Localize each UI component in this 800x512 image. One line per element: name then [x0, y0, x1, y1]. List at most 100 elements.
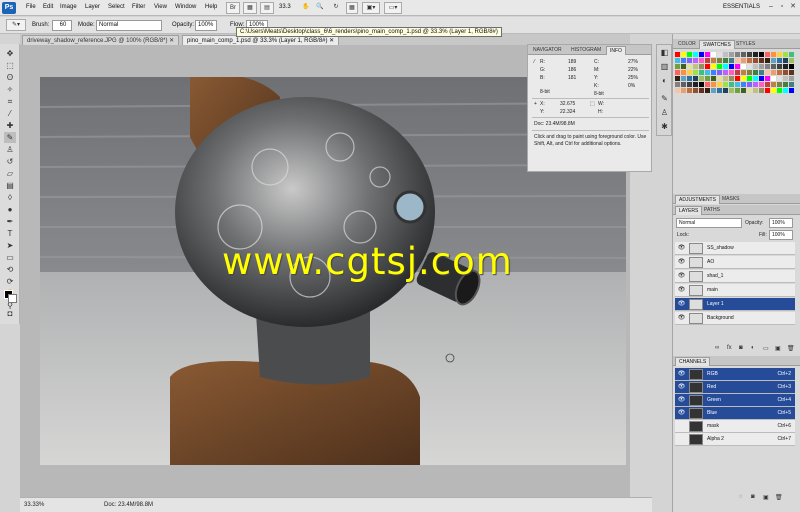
color-swatch[interactable] — [789, 82, 794, 87]
color-swatch[interactable] — [717, 76, 722, 81]
channel-row[interactable]: 👁 Blue Ctrl+5 — [675, 407, 795, 420]
tab-adjustments[interactable]: ADJUSTMENTS — [675, 195, 720, 204]
color-swatch[interactable] — [705, 58, 710, 63]
color-swatch[interactable] — [789, 88, 794, 93]
brush-preset-icon[interactable]: ✎▾ — [6, 19, 26, 31]
color-swatch[interactable] — [705, 76, 710, 81]
color-swatch[interactable] — [777, 70, 782, 75]
3d-rotate-tool-icon[interactable]: ⟲ — [4, 264, 16, 275]
tab-color[interactable]: COLOR — [675, 40, 699, 49]
link-layers-icon[interactable]: ∞ — [715, 345, 719, 351]
menu-view[interactable]: View — [154, 4, 167, 10]
color-swatch[interactable] — [723, 82, 728, 87]
status-zoom[interactable]: 33.33% — [24, 502, 44, 508]
color-swatch[interactable] — [687, 82, 692, 87]
bridge-button[interactable]: Br — [226, 2, 240, 14]
color-swatch[interactable] — [777, 52, 782, 57]
pen-tool-icon[interactable]: ✒ — [4, 216, 16, 227]
path-selection-tool-icon[interactable]: ➤ — [4, 240, 16, 251]
channel-row[interactable]: Alpha 2 Ctrl+7 — [675, 433, 795, 446]
layer-row[interactable]: 👁 AO — [675, 256, 795, 269]
color-swatch[interactable] — [759, 52, 764, 57]
delete-layer-icon[interactable]: 🗑 — [787, 345, 795, 352]
new-channel-icon[interactable]: ▣ — [763, 494, 769, 501]
color-swatch[interactable] — [771, 76, 776, 81]
color-swatch[interactable] — [705, 88, 710, 93]
eye-icon[interactable]: 👁 — [677, 286, 686, 295]
menu-image[interactable]: Image — [60, 4, 77, 10]
color-swatch[interactable] — [777, 76, 782, 81]
color-swatch[interactable] — [723, 70, 728, 75]
eye-icon[interactable]: 👁 — [677, 258, 686, 267]
menu-filter[interactable]: Filter — [132, 4, 145, 10]
load-selection-icon[interactable]: ◌ — [739, 494, 743, 500]
color-swatch[interactable] — [699, 64, 704, 69]
restore-icon[interactable]: ▫ — [777, 2, 787, 12]
color-swatch[interactable] — [729, 58, 734, 63]
color-swatch[interactable] — [681, 88, 686, 93]
color-swatch[interactable] — [711, 82, 716, 87]
menu-layer[interactable]: Layer — [85, 4, 100, 10]
color-swatch[interactable] — [717, 82, 722, 87]
color-swatch[interactable] — [789, 52, 794, 57]
menu-file[interactable]: File — [26, 4, 36, 10]
view-extras-button[interactable]: ▤ — [260, 2, 274, 14]
color-swatch[interactable] — [759, 64, 764, 69]
adjustment-layer-icon[interactable]: ◐ — [751, 345, 755, 351]
clone-source-icon[interactable]: ♙ — [659, 107, 670, 118]
color-swatch[interactable] — [675, 70, 680, 75]
3d-camera-tool-icon[interactable]: ⟳ — [4, 276, 16, 287]
screen-mode-button[interactable]: ▭▾ — [384, 2, 402, 14]
eye-icon[interactable]: 👁 — [677, 314, 686, 323]
color-swatch[interactable] — [759, 82, 764, 87]
color-swatch[interactable] — [759, 70, 764, 75]
color-swatch[interactable] — [729, 76, 734, 81]
background-color-swatch[interactable] — [8, 294, 17, 303]
layer-row[interactable]: 👁 Layer 1 — [675, 298, 795, 311]
color-swatch[interactable] — [693, 82, 698, 87]
color-swatch[interactable] — [741, 52, 746, 57]
color-swatch[interactable] — [711, 52, 716, 57]
color-swatch[interactable] — [747, 52, 752, 57]
color-swatch[interactable] — [717, 64, 722, 69]
eye-icon[interactable] — [677, 422, 686, 431]
zoom-level[interactable]: 33.3 — [279, 4, 291, 10]
menu-window[interactable]: Window — [175, 4, 196, 10]
color-swatch[interactable] — [783, 52, 788, 57]
channel-row[interactable]: 👁 Green Ctrl+4 — [675, 394, 795, 407]
color-swatch[interactable] — [711, 88, 716, 93]
channel-row[interactable]: 👁 Red Ctrl+3 — [675, 381, 795, 394]
color-swatch[interactable] — [777, 58, 782, 63]
adjustments-icon[interactable]: ◐ — [659, 75, 670, 86]
channel-row[interactable]: 👁 RGB Ctrl+2 — [675, 368, 795, 381]
color-swatch[interactable] — [771, 64, 776, 69]
blend-mode-select[interactable]: Normal — [676, 218, 742, 228]
minimize-icon[interactable]: – — [766, 2, 776, 12]
layer-row[interactable]: 👁 main — [675, 284, 795, 297]
color-swatch[interactable] — [753, 64, 758, 69]
fill-input[interactable]: 100% — [769, 230, 793, 240]
color-swatch[interactable] — [735, 82, 740, 87]
gradient-tool-icon[interactable]: ▤ — [4, 180, 16, 191]
color-swatch[interactable] — [711, 70, 716, 75]
color-swatch[interactable] — [717, 52, 722, 57]
marquee-tool-icon[interactable]: ⬚ — [4, 60, 16, 71]
color-swatch[interactable] — [777, 64, 782, 69]
color-swatch[interactable] — [741, 88, 746, 93]
eye-icon[interactable]: 👁 — [677, 300, 686, 309]
brush-tool-icon[interactable]: ✎ — [4, 132, 16, 143]
color-swatch[interactable] — [789, 70, 794, 75]
color-swatch[interactable] — [765, 82, 770, 87]
color-swatch[interactable] — [717, 88, 722, 93]
zoom-tool-icon[interactable]: 🔍 — [314, 2, 326, 14]
brush-panel-icon[interactable]: ✎ — [659, 93, 670, 104]
workspace-switcher[interactable]: ESSENTIALS — [723, 4, 760, 10]
color-swatch[interactable] — [783, 88, 788, 93]
tab-layers[interactable]: LAYERS — [675, 206, 703, 215]
color-swatch[interactable] — [735, 70, 740, 75]
color-swatch[interactable] — [693, 64, 698, 69]
color-swatch[interactable] — [747, 82, 752, 87]
hand-tool-icon[interactable]: ✋ — [300, 2, 312, 14]
color-swatch[interactable] — [747, 64, 752, 69]
color-swatch[interactable] — [765, 52, 770, 57]
